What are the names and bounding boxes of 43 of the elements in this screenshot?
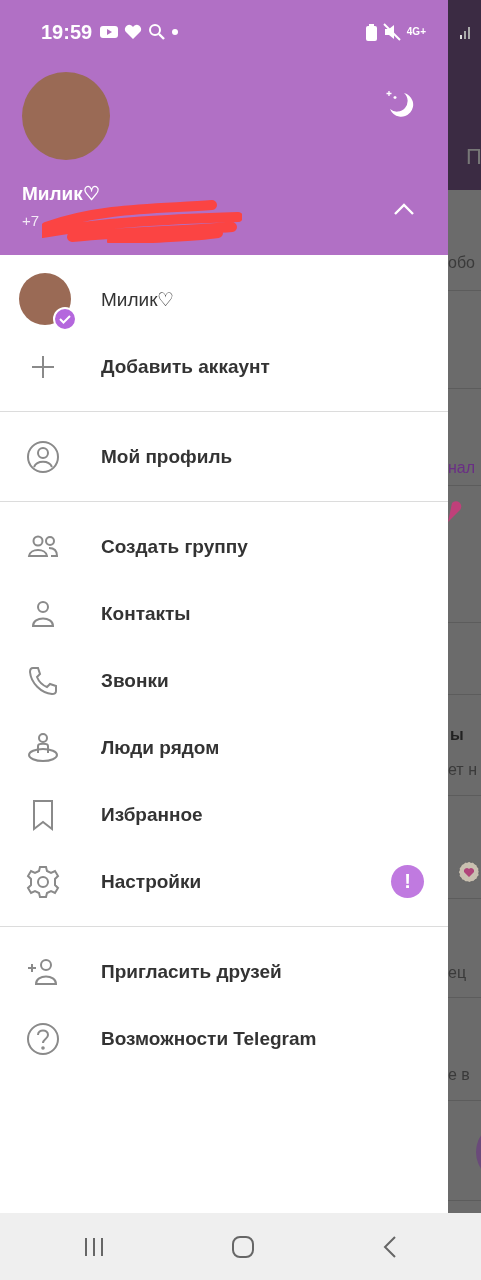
chat-preview-text: нал [448,460,476,476]
menu-item[interactable]: Настройки ! [0,848,448,915]
status-time: 19:59 [41,20,93,44]
menu-label: Настройки [101,870,203,893]
account-name: Милик♡ [22,183,100,204]
menu-label: Пригласить друзей [101,960,283,983]
add-account-item[interactable]: Добавить аккаунт [0,333,448,400]
phone-number: +7 [22,211,40,229]
account-name: Милик♡ [101,287,176,311]
menu-item[interactable]: Избранное [0,781,448,848]
network-type: 4G+ [406,27,426,37]
menu-item[interactable]: Создать группу [0,513,448,580]
help-icon [25,1020,61,1057]
menu-item[interactable]: Пригласить друзей [0,938,448,1005]
menu-label: Мой профиль [101,445,234,468]
menu-item[interactable]: Возможности Telegram [0,1005,448,1072]
settings-icon [25,863,61,900]
menu-label: Звонки [101,669,170,692]
menu-item[interactable]: Звонки [0,647,448,714]
menu-label: Контакты [101,602,192,625]
menu-item[interactable]: Люди рядом [0,714,448,781]
menu-label: Возможности Telegram [101,1027,318,1050]
menu-label: Создать группу [101,535,249,558]
notification-dot-icon [172,29,179,35]
menu-label: Люди рядом [101,736,221,759]
chat-preview-text: ы [450,727,464,743]
heart-icon [448,500,464,524]
recent-apps-icon[interactable] [83,1236,106,1257]
alert-badge: ! [391,865,424,898]
video-app-icon [100,25,119,39]
menu-item[interactable]: Контакты [0,580,448,647]
muted-speaker-icon [382,23,401,41]
search-icon [148,23,167,41]
profile-icon [25,438,61,475]
menu-label: Добавить аккаунт [101,355,271,378]
menu-item[interactable]: Мой профиль [0,423,448,490]
heart-icon [124,24,143,40]
avatar-photo [19,273,71,325]
back-icon[interactable] [381,1234,398,1259]
home-icon[interactable] [231,1234,256,1259]
battery-icon [365,23,377,41]
menu-label: Избранное [101,803,204,826]
account-item[interactable]: Милик♡ [0,265,448,333]
